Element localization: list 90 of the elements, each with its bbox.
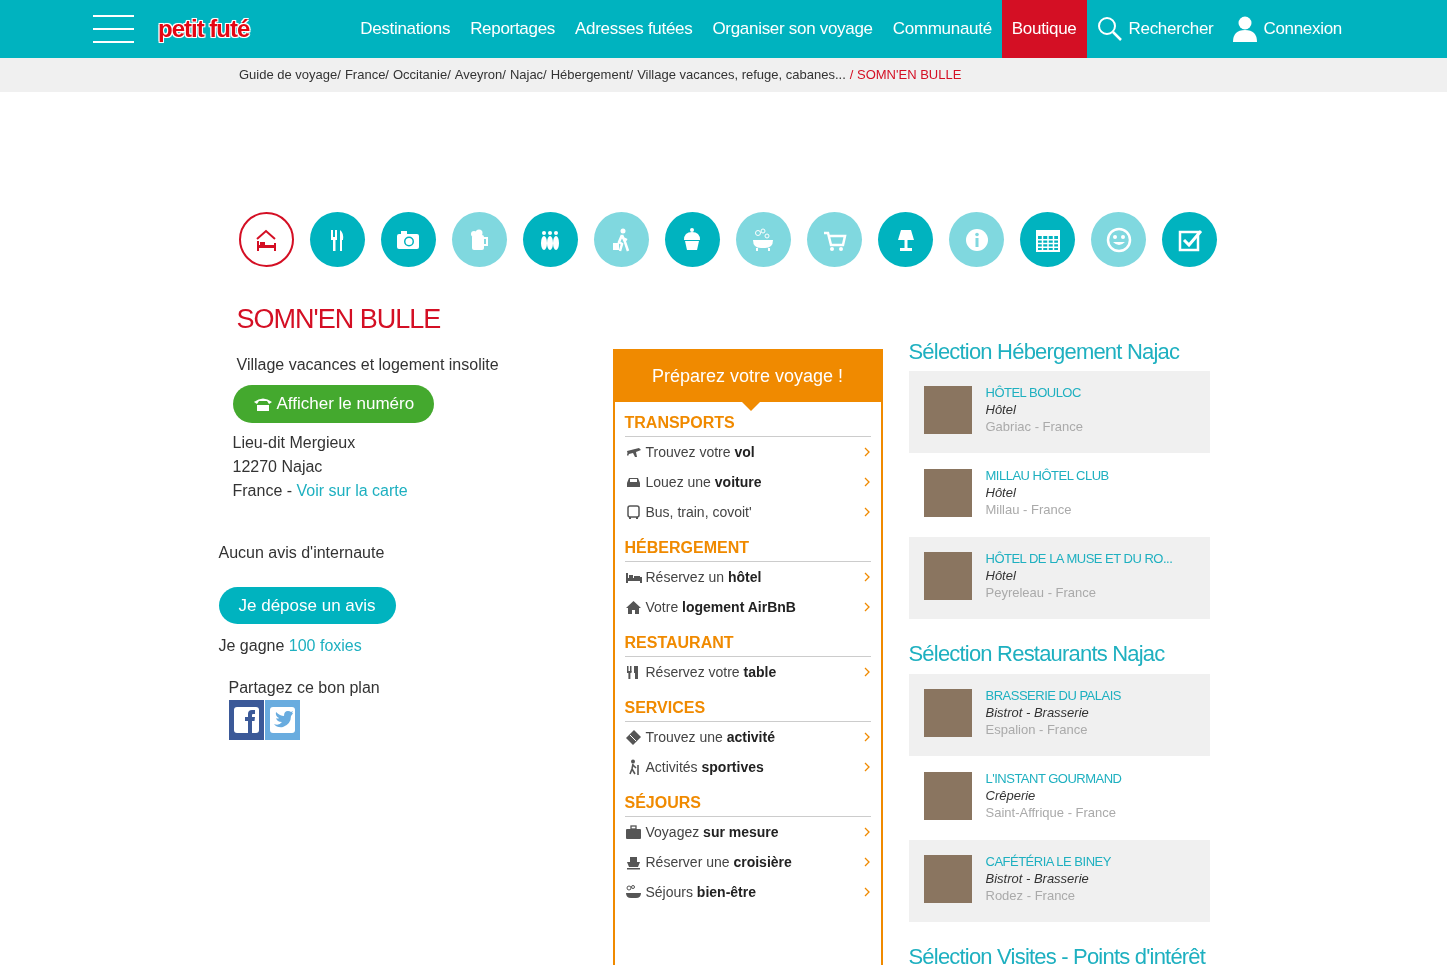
house-icon: [624, 598, 642, 616]
trip-menu-item[interactable]: Bus, train, covoit': [624, 497, 871, 527]
chevron-icon: [862, 731, 871, 743]
category-button[interactable]: [664, 212, 720, 267]
listing-category: Hôtel: [985, 567, 1017, 585]
bus-icon: [624, 503, 642, 521]
section-heading: HÉBERGEMENT: [624, 527, 871, 562]
category-button[interactable]: [878, 212, 934, 267]
listing-card[interactable]: CAFÉTÉRIA LE BINEY Bistrot - Brasserie Rodez - France: [908, 839, 1210, 922]
trip-menu-item[interactable]: Réservez un hôtel: [624, 562, 871, 592]
suitcase-icon: [624, 823, 642, 841]
listing-location: Millau - France: [985, 501, 1073, 520]
listing-card[interactable]: MILLAU HÔTEL CLUB Hôtel Millau - France: [908, 454, 1210, 537]
chevron-icon: [862, 506, 871, 518]
bathtub-icon: [624, 883, 642, 901]
listing-category: Crêperie: [985, 786, 1037, 804]
section-heading: SERVICES: [624, 687, 871, 722]
section-heading: TRANSPORTS: [624, 402, 871, 437]
listing-location: Peyreleau - France: [985, 584, 1098, 603]
photo-placeholder: [923, 688, 972, 737]
listing-location: Rodez - France: [985, 886, 1077, 905]
chevron-icon: [862, 571, 871, 583]
photo-placeholder: [923, 386, 972, 435]
chevron-icon: [862, 446, 871, 458]
chevron-icon: [862, 601, 871, 613]
listing-category: Hôtel: [985, 401, 1017, 419]
chevron-icon: [862, 826, 871, 838]
breadcrumb-link[interactable]: Occitanie/: [393, 65, 451, 85]
listing-card[interactable]: L'INSTANT GOURMAND Crêperie Saint-Affrique - France: [908, 756, 1210, 839]
trip-menu-item[interactable]: Séjours bien-être: [624, 877, 871, 907]
category-button[interactable]: [522, 212, 578, 267]
phone-icon: [252, 396, 273, 413]
listing-card[interactable]: HÔTEL DE LA MUSE ET DU RO... Hôtel Peyreleau - France: [908, 537, 1210, 620]
search-icon: [1096, 16, 1123, 42]
reviews-text: Aucun avis d'internaute: [218, 542, 386, 563]
breadcrumb-link[interactable]: Najac/: [509, 65, 547, 85]
listing-card[interactable]: HÔTEL BOULOC Hôtel Gabriac - France: [908, 371, 1210, 454]
breadcrumb-link[interactable]: Hébergement/: [550, 65, 634, 85]
section-heading: Sélection Visites - Points d'intérêt: [908, 943, 1207, 965]
listing-category: Hôtel: [985, 484, 1017, 502]
category-button[interactable]: [1162, 212, 1218, 267]
nav-link[interactable]: Boutique: [1001, 0, 1087, 58]
trip-panel-title: Préparez votre voyage !: [651, 366, 844, 386]
chevron-icon: [862, 666, 871, 678]
listing-location: Gabriac - France: [985, 418, 1084, 437]
breadcrumb-link[interactable]: France/: [344, 65, 389, 85]
trip-menu-item[interactable]: Louez une voiture: [624, 467, 871, 497]
section-heading: Sélection Restaurants Najac: [908, 641, 1166, 668]
breadcrumb-current: / SOMN'EN BULLE: [849, 66, 962, 85]
section-heading: RESTAURANT: [624, 622, 871, 657]
breadcrumb-link[interactable]: Aveyron/: [454, 65, 506, 85]
address-line: France -: [232, 481, 293, 499]
listing-category: Bistrot - Brasserie: [985, 869, 1090, 887]
trip-menu-item[interactable]: Réservez votre table: [624, 657, 871, 687]
place-title: SOMN'EN BULLE: [236, 303, 442, 336]
ticket-icon: [624, 728, 642, 746]
trip-menu-item[interactable]: Réserver une croisière: [624, 847, 871, 877]
place-category: Village vacances et logement insolite: [236, 355, 500, 376]
listing-card[interactable]: BRASSERIE DU PALAIS Bistrot - Brasserie Espalion - France: [908, 673, 1210, 756]
photo-placeholder: [923, 771, 972, 820]
trip-menu-item[interactable]: Trouvez votre vol: [624, 437, 871, 467]
category-button[interactable]: [238, 212, 294, 267]
reward-text: Je gagne: [218, 637, 285, 655]
chevron-icon: [862, 476, 871, 488]
category-button[interactable]: [380, 212, 436, 267]
photo-placeholder: [923, 552, 972, 601]
user-icon: [1233, 16, 1258, 42]
facebook-icon[interactable]: [228, 700, 264, 741]
address-line: Lieu-dit Mergieux: [232, 432, 357, 453]
section-heading: Sélection Hébergement Najac: [908, 339, 1181, 366]
chevron-icon: [862, 761, 871, 773]
trip-menu-item[interactable]: Votre logement AirBnB: [624, 592, 871, 622]
trip-menu-item[interactable]: Activités sportives: [624, 752, 871, 782]
address-line: 12270 Najac: [232, 456, 324, 477]
listing-category: Bistrot - Brasserie: [985, 703, 1090, 721]
photo-placeholder: [923, 854, 972, 903]
chevron-icon: [862, 886, 871, 898]
breadcrumb-link[interactable]: Guide de voyage/: [239, 65, 341, 85]
trip-menu-item[interactable]: Trouvez une activité: [624, 722, 871, 752]
section-heading: SÉJOURS: [624, 782, 871, 817]
menu-icon[interactable]: [93, 15, 134, 43]
chevron-icon: [862, 856, 871, 868]
photo-placeholder: [923, 469, 972, 518]
listing-location: Espalion - France: [985, 720, 1089, 739]
listing-location: Saint-Affrique - France: [985, 803, 1118, 822]
trip-menu-item[interactable]: Voyagez sur mesure: [624, 817, 871, 847]
category-button[interactable]: [1020, 212, 1076, 267]
share-label: Partagez ce bon plan: [228, 678, 381, 699]
breadcrumb-link[interactable]: Village vacances, refuge, cabanes...: [637, 65, 846, 85]
category-button[interactable]: [309, 212, 365, 267]
